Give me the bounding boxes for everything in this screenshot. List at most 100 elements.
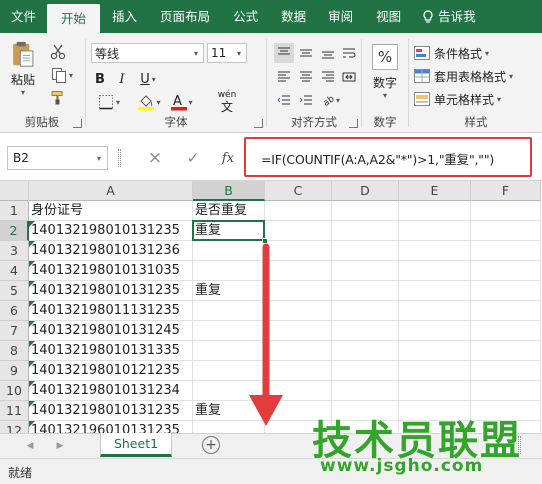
column-header-d[interactable]: D <box>332 181 399 201</box>
cell-c8[interactable] <box>265 341 332 361</box>
cell-b6[interactable] <box>193 301 265 321</box>
cell-b7[interactable] <box>193 321 265 341</box>
cell-a10[interactable]: 140132198010131234 <box>29 381 193 401</box>
cell-e7[interactable] <box>399 321 471 341</box>
row-header[interactable]: 3 <box>0 241 29 261</box>
italic-button[interactable]: I <box>113 69 131 89</box>
formula-input[interactable]: =IF(COUNTIF(A:A,A2&"*")>1,"重复","") <box>261 149 494 168</box>
copy-button[interactable]: ▾ <box>47 65 77 85</box>
cell-d4[interactable] <box>332 261 399 281</box>
select-all-corner[interactable] <box>0 181 29 201</box>
cut-button[interactable] <box>47 42 69 62</box>
borders-button[interactable]: ▾ <box>91 91 127 113</box>
cancel-formula-button[interactable]: × <box>142 147 168 169</box>
align-left-button[interactable] <box>274 67 294 87</box>
cell-c11[interactable] <box>265 401 332 421</box>
cell-d7[interactable] <box>332 321 399 341</box>
tab-review[interactable]: 审阅 <box>317 0 364 33</box>
tab-insert[interactable]: 插入 <box>100 0 149 33</box>
fill-handle[interactable] <box>262 238 268 244</box>
formula-bar-splitter[interactable] <box>118 149 121 167</box>
name-box[interactable]: B2 ▾ <box>7 146 108 170</box>
cell-e11[interactable] <box>399 401 471 421</box>
cell-f5[interactable] <box>471 281 541 301</box>
tab-page-layout[interactable]: 页面布局 <box>149 0 221 33</box>
conditional-format-button[interactable]: 条件格式 ▾ <box>414 43 532 63</box>
font-name-combo[interactable]: 等线 ▾ <box>91 43 204 63</box>
cell-e3[interactable] <box>399 241 471 261</box>
insert-function-button[interactable]: fx <box>216 147 240 169</box>
align-center-button[interactable] <box>296 67 316 87</box>
underline-button[interactable]: U ▾ <box>135 69 161 89</box>
font-launcher-icon[interactable] <box>254 119 263 128</box>
cell-d3[interactable] <box>332 241 399 261</box>
cell-b3[interactable] <box>193 241 265 261</box>
align-top-button[interactable] <box>274 43 294 63</box>
tab-scroll-splitter[interactable] <box>518 436 521 454</box>
cell-a2[interactable]: 140132198010131235 <box>29 221 193 241</box>
cell-f4[interactable] <box>471 261 541 281</box>
cell-b10[interactable] <box>193 381 265 401</box>
cell-c2[interactable] <box>265 221 332 241</box>
row-header[interactable]: 5 <box>0 281 29 301</box>
cell-b4[interactable] <box>193 261 265 281</box>
cell-d1[interactable] <box>332 201 399 221</box>
tab-home[interactable]: 开始 <box>47 4 101 33</box>
cell-d10[interactable] <box>332 381 399 401</box>
next-sheet-button[interactable]: ▶ <box>52 438 68 454</box>
cell-d11[interactable] <box>332 401 399 421</box>
increase-indent-button[interactable] <box>296 90 316 110</box>
phonetic-button[interactable]: wén 文 <box>209 89 245 115</box>
cell-e8[interactable] <box>399 341 471 361</box>
fill-color-button[interactable]: ▾ <box>133 91 165 113</box>
tell-me-box[interactable]: 告诉我 <box>413 0 485 33</box>
alignment-launcher-icon[interactable] <box>349 119 358 128</box>
cell-c4[interactable] <box>265 261 332 281</box>
cell-e5[interactable] <box>399 281 471 301</box>
cell-a5[interactable]: 140132198010131235 <box>29 281 193 301</box>
cell-d5[interactable] <box>332 281 399 301</box>
column-header-e[interactable]: E <box>399 181 471 201</box>
wrap-text-button[interactable] <box>340 43 358 63</box>
cell-a8[interactable]: 140132198010131335 <box>29 341 193 361</box>
tab-view[interactable]: 视图 <box>364 0 413 33</box>
prev-sheet-button[interactable]: ◀ <box>22 438 38 454</box>
cell-a1[interactable]: 身份证号 <box>29 201 193 221</box>
row-header[interactable]: 4 <box>0 261 29 281</box>
number-format-button[interactable]: % 数字 ▾ <box>367 41 403 103</box>
row-header[interactable]: 7 <box>0 321 29 341</box>
cell-d9[interactable] <box>332 361 399 381</box>
format-painter-button[interactable] <box>47 88 69 108</box>
column-header-a[interactable]: A <box>29 181 193 201</box>
row-header[interactable]: 6 <box>0 301 29 321</box>
cell-f11[interactable] <box>471 401 541 421</box>
add-sheet-button[interactable]: + <box>202 436 220 454</box>
cell-a6[interactable]: 140132198011131235 <box>29 301 193 321</box>
cell-f7[interactable] <box>471 321 541 341</box>
align-bottom-button[interactable] <box>318 43 338 63</box>
cell-f8[interactable] <box>471 341 541 361</box>
cell-b9[interactable] <box>193 361 265 381</box>
cell-c1[interactable] <box>265 201 332 221</box>
cell-a4[interactable]: 140132198010131035 <box>29 261 193 281</box>
cell-a11[interactable]: 140132198010131235 <box>29 401 193 421</box>
cell-b2[interactable]: 重复 <box>193 221 265 241</box>
cell-f9[interactable] <box>471 361 541 381</box>
cell-e6[interactable] <box>399 301 471 321</box>
row-header[interactable]: 11 <box>0 401 29 421</box>
column-header-c[interactable]: C <box>265 181 332 201</box>
cell-d8[interactable] <box>332 341 399 361</box>
tab-formulas[interactable]: 公式 <box>221 0 270 33</box>
cell-e4[interactable] <box>399 261 471 281</box>
cell-f3[interactable] <box>471 241 541 261</box>
cell-c10[interactable] <box>265 381 332 401</box>
cell-a9[interactable]: 140132198010121235 <box>29 361 193 381</box>
cell-f2[interactable] <box>471 221 541 241</box>
column-header-f[interactable]: F <box>471 181 541 201</box>
align-right-button[interactable] <box>318 67 338 87</box>
cell-c5[interactable] <box>265 281 332 301</box>
orientation-button[interactable]: ab ▾ <box>318 90 344 110</box>
cell-e2[interactable] <box>399 221 471 241</box>
row-header[interactable]: 2 <box>0 221 29 241</box>
merge-center-button[interactable] <box>340 67 358 87</box>
